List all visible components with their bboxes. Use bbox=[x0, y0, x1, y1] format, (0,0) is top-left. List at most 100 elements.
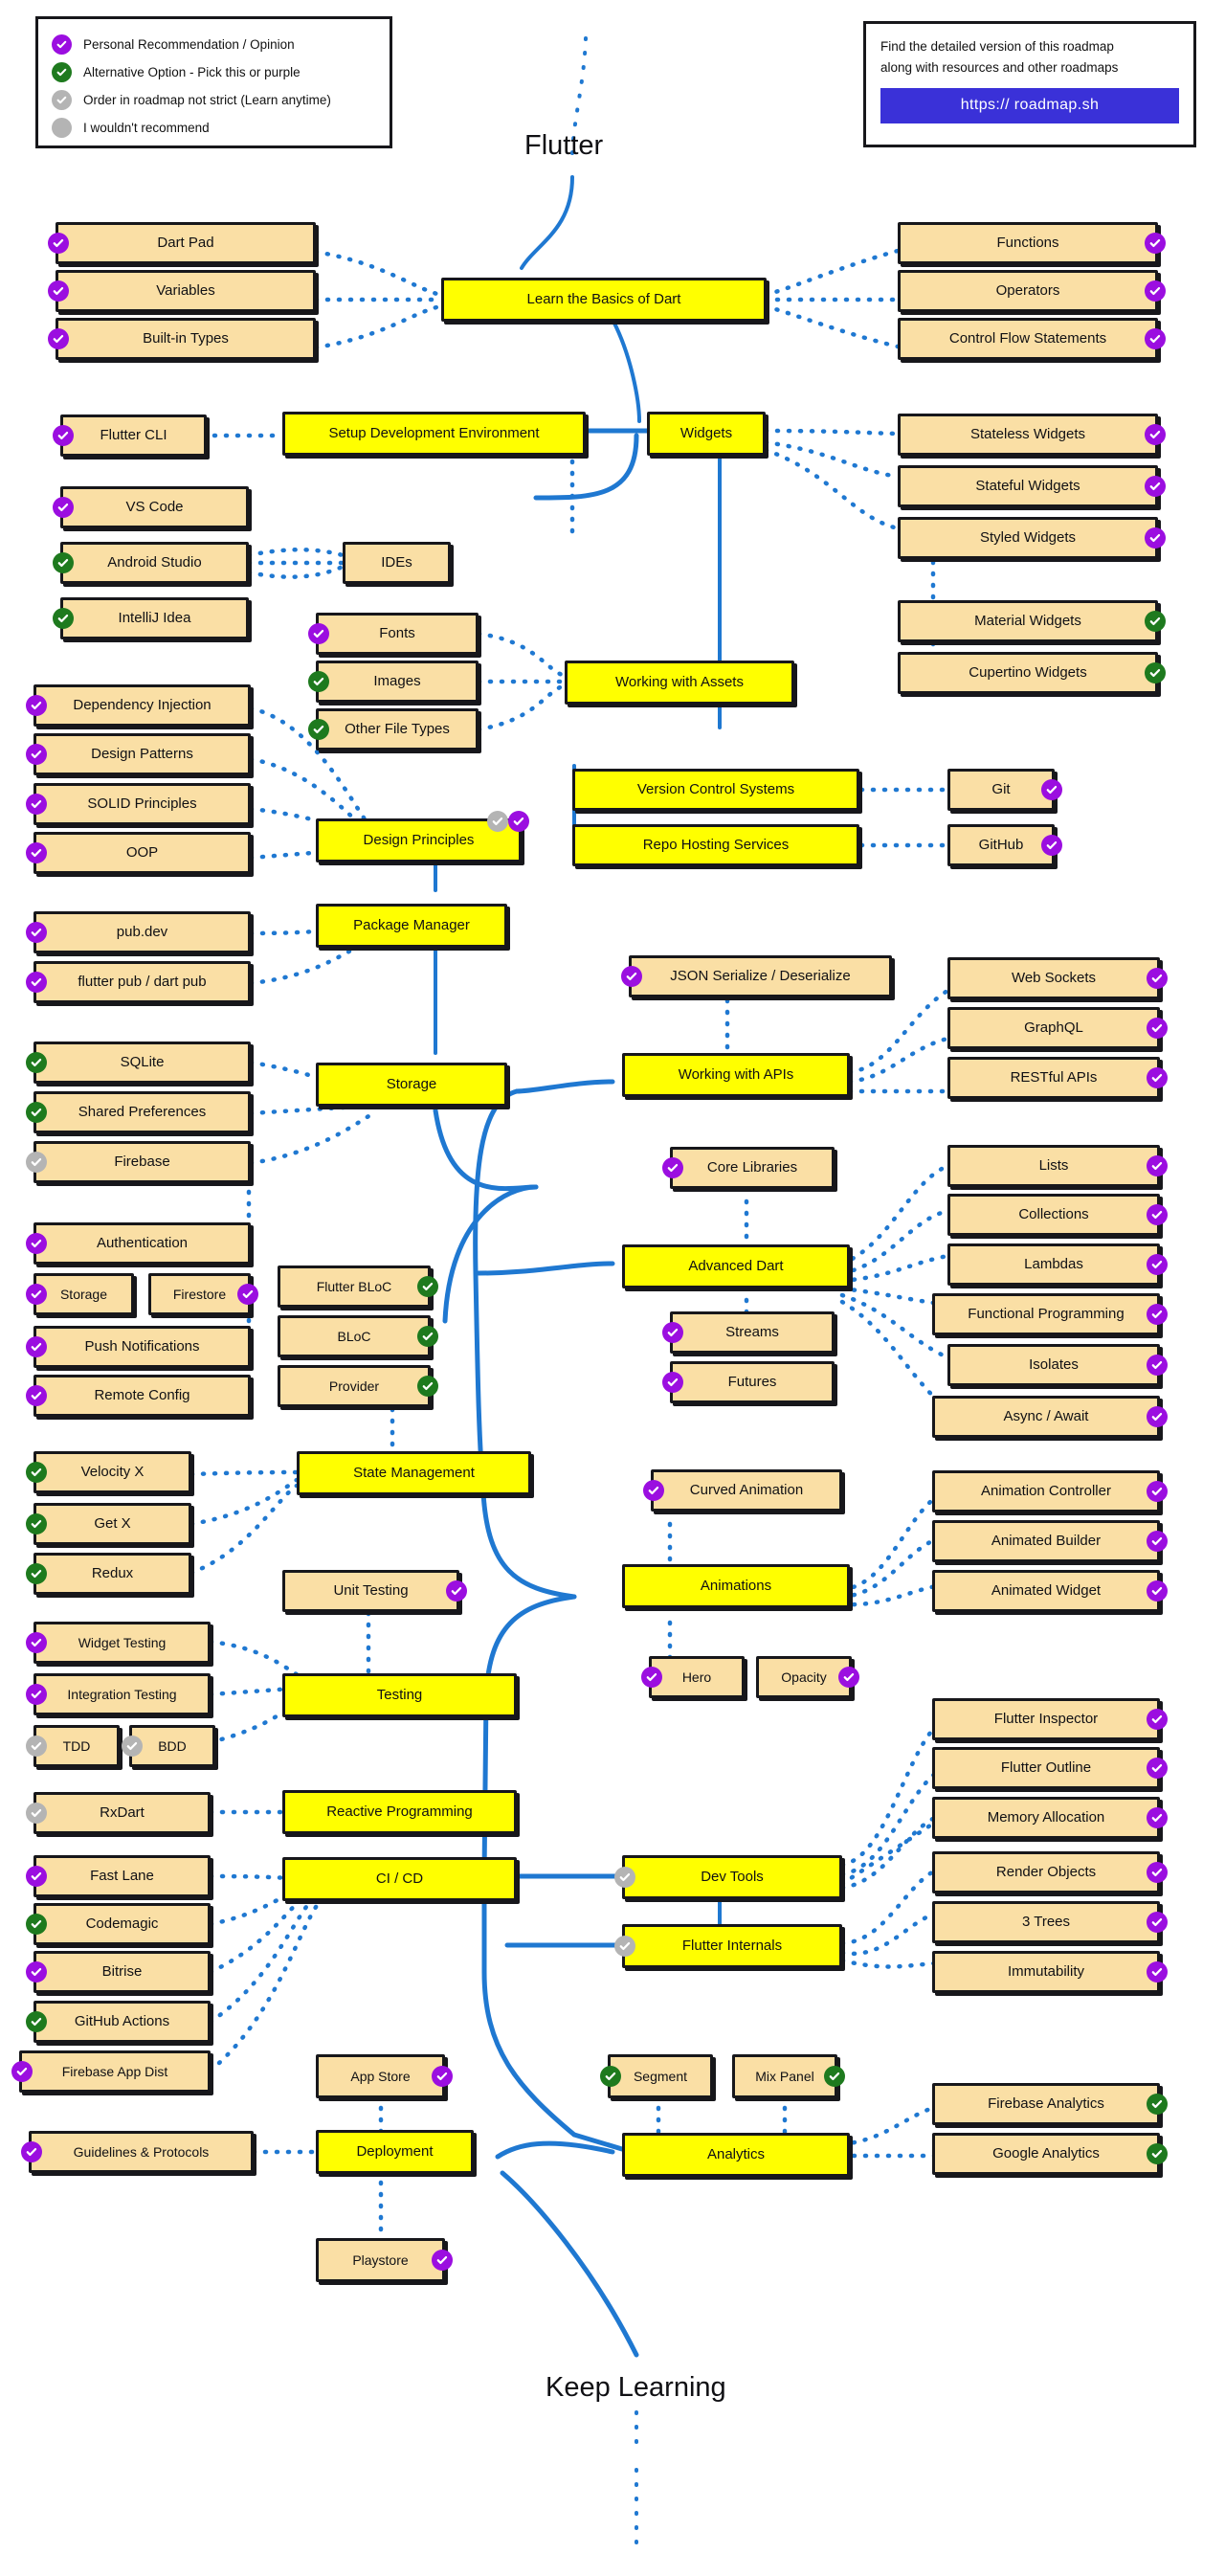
node-fonts[interactable]: Fonts bbox=[308, 613, 479, 655]
node-graphql[interactable]: GraphQL bbox=[947, 1007, 1168, 1049]
node-ides[interactable]: IDEs bbox=[343, 542, 451, 584]
node-velocity-x[interactable]: Velocity X bbox=[26, 1451, 191, 1493]
node-flutter-outline[interactable]: Flutter Outline bbox=[932, 1747, 1168, 1789]
node-immutability[interactable]: Immutability bbox=[932, 1951, 1168, 1993]
node-hero[interactable]: Hero bbox=[641, 1656, 745, 1698]
node-solid-principles[interactable]: SOLID Principles bbox=[26, 783, 251, 825]
node-github[interactable]: GitHub bbox=[947, 824, 1062, 866]
node-storage[interactable]: Storage bbox=[316, 1063, 507, 1107]
node-bloc[interactable]: BLoC bbox=[278, 1315, 438, 1357]
node-flutter-pub-dart-pub[interactable]: flutter pub / dart pub bbox=[26, 961, 251, 1003]
node-animated-widget[interactable]: Animated Widget bbox=[932, 1570, 1168, 1612]
node-animations[interactable]: Animations bbox=[622, 1564, 850, 1608]
node-advanced-dart[interactable]: Advanced Dart bbox=[622, 1244, 850, 1288]
node-git[interactable]: Git bbox=[947, 769, 1062, 811]
node-styled-widgets[interactable]: Styled Widgets bbox=[898, 517, 1166, 559]
node-playstore[interactable]: Playstore bbox=[316, 2238, 453, 2282]
node-repo-hosting-services[interactable]: Repo Hosting Services bbox=[572, 824, 859, 866]
node-app-store[interactable]: App Store bbox=[316, 2054, 453, 2098]
node-pub-dev[interactable]: pub.dev bbox=[26, 911, 251, 953]
node-isolates[interactable]: Isolates bbox=[947, 1344, 1168, 1386]
node-segment[interactable]: Segment bbox=[600, 2054, 713, 2098]
node-get-x[interactable]: Get X bbox=[26, 1503, 191, 1545]
node-provider[interactable]: Provider bbox=[278, 1365, 438, 1407]
node-design-patterns[interactable]: Design Patterns bbox=[26, 733, 251, 775]
node-flutter-bloc[interactable]: Flutter BLoC bbox=[278, 1266, 438, 1308]
node-fast-lane[interactable]: Fast Lane bbox=[26, 1855, 211, 1897]
node-sqlite[interactable]: SQLite bbox=[26, 1042, 251, 1084]
node-testing[interactable]: Testing bbox=[282, 1673, 517, 1717]
node-unit-testing[interactable]: Unit Testing bbox=[282, 1570, 467, 1612]
node-reactive-programming[interactable]: Reactive Programming bbox=[282, 1790, 517, 1834]
node-dart-pad[interactable]: Dart Pad bbox=[48, 222, 316, 264]
node-animated-builder[interactable]: Animated Builder bbox=[932, 1520, 1168, 1562]
node-memory-allocation[interactable]: Memory Allocation bbox=[932, 1797, 1168, 1839]
node-guidelines-protocols[interactable]: Guidelines & Protocols bbox=[21, 2131, 254, 2173]
node-3-trees[interactable]: 3 Trees bbox=[932, 1901, 1168, 1943]
node-futures[interactable]: Futures bbox=[662, 1361, 835, 1403]
node-firebase-storage[interactable]: Storage bbox=[26, 1273, 134, 1315]
node-opacity[interactable]: Opacity bbox=[756, 1656, 859, 1698]
node-web-sockets[interactable]: Web Sockets bbox=[947, 957, 1168, 999]
roadmap-sh-link-button[interactable]: https:// roadmap.sh bbox=[880, 87, 1179, 123]
node-github-actions[interactable]: GitHub Actions bbox=[26, 2001, 211, 2043]
node-shared-preferences[interactable]: Shared Preferences bbox=[26, 1091, 251, 1133]
node-analytics[interactable]: Analytics bbox=[622, 2133, 850, 2177]
node-firebase[interactable]: Firebase bbox=[26, 1141, 251, 1183]
node-version-control-systems[interactable]: Version Control Systems bbox=[572, 769, 859, 811]
node-firebase-analytics[interactable]: Firebase Analytics bbox=[932, 2083, 1168, 2125]
node-bitrise[interactable]: Bitrise bbox=[26, 1951, 211, 1993]
node-flutter-inspector[interactable]: Flutter Inspector bbox=[932, 1698, 1168, 1740]
node-rxdart[interactable]: RxDart bbox=[26, 1792, 211, 1834]
node-android-studio[interactable]: Android Studio bbox=[53, 542, 249, 584]
node-material-widgets[interactable]: Material Widgets bbox=[898, 600, 1166, 642]
node-remote-config[interactable]: Remote Config bbox=[26, 1375, 251, 1417]
node-learn-basics-of-dart[interactable]: Learn the Basics of Dart bbox=[441, 278, 767, 322]
node-working-with-apis[interactable]: Working with APIs bbox=[622, 1053, 850, 1097]
node-control-flow-statements[interactable]: Control Flow Statements bbox=[898, 318, 1166, 360]
node-firestore[interactable]: Firestore bbox=[148, 1273, 258, 1315]
node-functions[interactable]: Functions bbox=[898, 222, 1166, 264]
node-dev-tools[interactable]: Dev Tools bbox=[614, 1855, 842, 1899]
node-lambdas[interactable]: Lambdas bbox=[947, 1243, 1168, 1286]
node-collections[interactable]: Collections bbox=[947, 1194, 1168, 1236]
node-authentication[interactable]: Authentication bbox=[26, 1222, 251, 1265]
node-codemagic[interactable]: Codemagic bbox=[26, 1903, 211, 1945]
node-mix-panel[interactable]: Mix Panel bbox=[732, 2054, 845, 2098]
node-stateless-widgets[interactable]: Stateless Widgets bbox=[898, 414, 1166, 456]
node-animation-controller[interactable]: Animation Controller bbox=[932, 1470, 1168, 1512]
node-core-libraries[interactable]: Core Libraries bbox=[662, 1147, 835, 1189]
node-google-analytics[interactable]: Google Analytics bbox=[932, 2133, 1168, 2175]
node-firebase-app-dist[interactable]: Firebase App Dist bbox=[11, 2050, 211, 2093]
node-cupertino-widgets[interactable]: Cupertino Widgets bbox=[898, 652, 1166, 694]
node-widget-testing[interactable]: Widget Testing bbox=[26, 1622, 211, 1664]
node-design-principles[interactable]: Design Principles bbox=[316, 811, 529, 862]
node-intellij-idea[interactable]: IntelliJ Idea bbox=[53, 597, 249, 639]
node-streams[interactable]: Streams bbox=[662, 1311, 835, 1354]
node-tdd[interactable]: TDD bbox=[26, 1725, 120, 1767]
node-widgets[interactable]: Widgets bbox=[647, 412, 766, 456]
node-other-file-types[interactable]: Other File Types bbox=[308, 708, 479, 750]
node-async-await[interactable]: Async / Await bbox=[932, 1396, 1168, 1438]
node-variables[interactable]: Variables bbox=[48, 270, 316, 312]
node-stateful-widgets[interactable]: Stateful Widgets bbox=[898, 465, 1166, 507]
node-built-in-types[interactable]: Built-in Types bbox=[48, 318, 316, 360]
node-operators[interactable]: Operators bbox=[898, 270, 1166, 312]
node-setup-development-environment[interactable]: Setup Development Environment bbox=[282, 412, 586, 456]
node-redux[interactable]: Redux bbox=[26, 1553, 191, 1595]
node-functional-programming[interactable]: Functional Programming bbox=[932, 1293, 1168, 1335]
node-flutter-cli[interactable]: Flutter CLI bbox=[53, 414, 207, 457]
node-oop[interactable]: OOP bbox=[26, 832, 251, 874]
node-flutter-internals[interactable]: Flutter Internals bbox=[614, 1924, 842, 1968]
node-ci-cd[interactable]: CI / CD bbox=[282, 1857, 517, 1901]
node-render-objects[interactable]: Render Objects bbox=[932, 1851, 1168, 1893]
node-integration-testing[interactable]: Integration Testing bbox=[26, 1673, 211, 1715]
node-curved-animation[interactable]: Curved Animation bbox=[643, 1469, 842, 1512]
node-lists[interactable]: Lists bbox=[947, 1145, 1168, 1187]
node-vs-code[interactable]: VS Code bbox=[53, 486, 249, 528]
node-working-with-assets[interactable]: Working with Assets bbox=[565, 661, 794, 705]
node-dependency-injection[interactable]: Dependency Injection bbox=[26, 684, 251, 727]
node-push-notifications[interactable]: Push Notifications bbox=[26, 1326, 251, 1368]
node-json-serialize-deserialize[interactable]: JSON Serialize / Deserialize bbox=[621, 955, 892, 997]
node-package-manager[interactable]: Package Manager bbox=[316, 904, 507, 948]
